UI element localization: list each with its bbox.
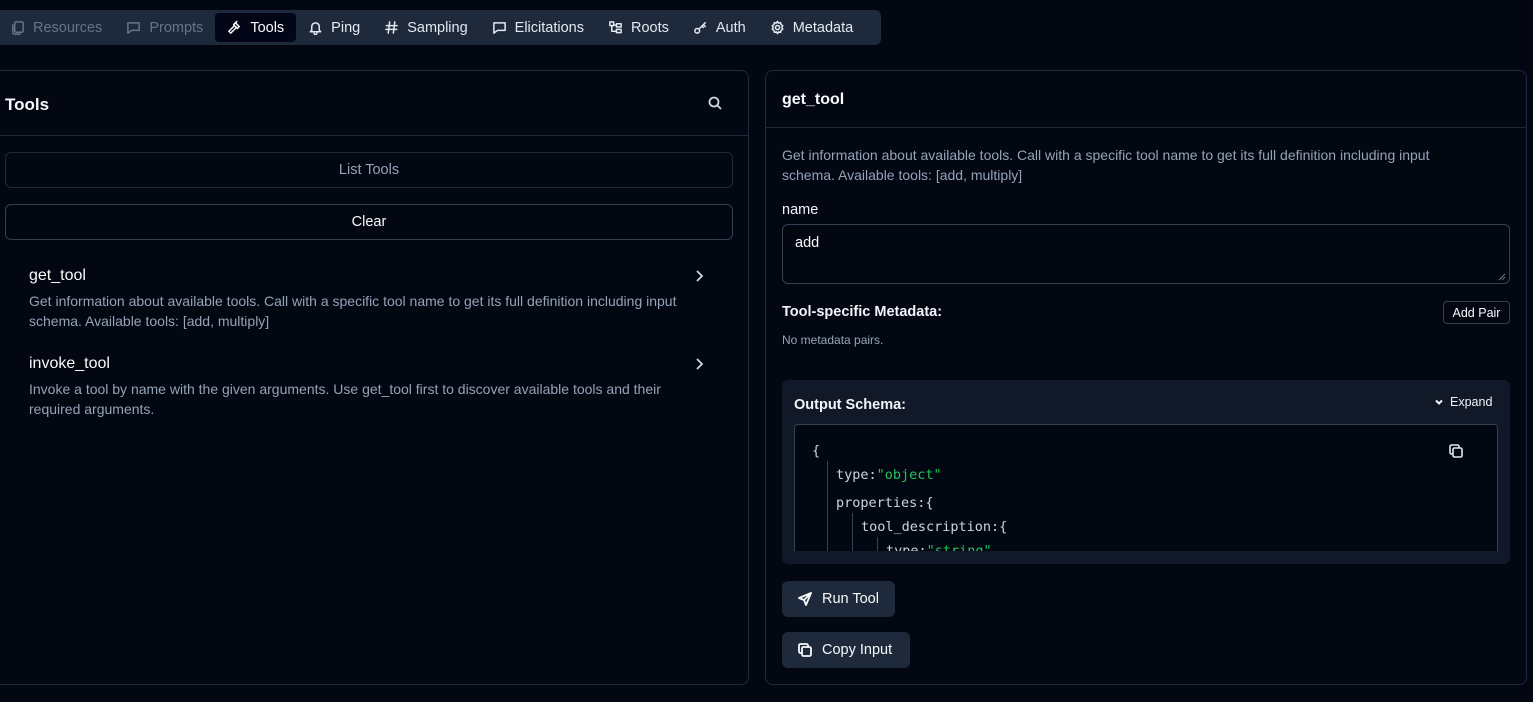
tools-panel-header: Tools <box>0 71 748 136</box>
indent-guide <box>877 537 878 551</box>
code-line: type:"object" <box>836 467 942 483</box>
message-icon <box>492 22 506 34</box>
hammer-icon <box>228 20 241 34</box>
tools-panel-title: Tools <box>5 95 50 114</box>
run-tool-label: Run Tool <box>822 591 879 607</box>
copy-input-button[interactable]: Copy Input <box>782 632 910 668</box>
output-schema-label: Output Schema: <box>794 397 906 413</box>
indent-guide <box>852 513 853 551</box>
run-tool-button[interactable]: Run Tool <box>782 581 895 617</box>
bell-icon <box>309 22 322 35</box>
tab-label: Tools <box>250 19 285 36</box>
tool-item-invoke-tool[interactable]: invoke_tool Invoke a tool by name with t… <box>29 355 719 419</box>
copy-input-label: Copy Input <box>822 642 893 658</box>
indent-guide <box>827 461 828 551</box>
tab-label: Prompts <box>149 19 204 36</box>
tool-description: Get information about available tools. C… <box>29 293 677 329</box>
clear-button[interactable]: Clear <box>5 204 733 240</box>
code-line: tool_description:{ <box>861 519 1008 535</box>
message-icon <box>127 22 141 34</box>
tools-panel: Tools List Tools Clear get_tool Get info… <box>0 70 749 685</box>
gear-icon <box>771 20 784 35</box>
chevron-down-icon <box>1435 399 1443 405</box>
tab-label: Metadata <box>792 19 854 36</box>
chevron-right-icon <box>691 268 707 284</box>
tab-tools[interactable]: Tools <box>215 13 297 42</box>
code-line: properties:{ <box>836 495 934 511</box>
files-icon <box>12 21 24 35</box>
resize-grip-icon[interactable] <box>1496 271 1506 281</box>
send-icon <box>798 592 812 606</box>
metadata-label: Tool-specific Metadata: <box>782 304 943 320</box>
tab-label: Sampling <box>407 19 468 36</box>
output-schema-section: Output Schema: Expand { type:"object" pr… <box>782 380 1510 564</box>
expand-button[interactable]: Expand <box>1433 395 1492 409</box>
tab-label: Elicitations <box>514 19 584 36</box>
folder-tree-icon <box>609 21 622 34</box>
code-line: type:"string" <box>886 543 992 551</box>
tool-detail-panel: get_tool Get information about available… <box>765 70 1527 685</box>
tool-name: get_tool <box>29 267 86 284</box>
search-button[interactable] <box>707 95 725 113</box>
tab-prompts[interactable]: Prompts <box>114 13 215 42</box>
tab-resources[interactable]: Resources <box>0 13 114 42</box>
schema-code-viewer[interactable]: { type:"object" properties:{ tool_descri… <box>794 424 1498 551</box>
tab-label: Resources <box>33 19 103 36</box>
add-pair-button[interactable]: Add Pair <box>1443 301 1510 324</box>
tab-bar: Resources Prompts Tools Ping Sampling El… <box>0 10 881 45</box>
key-icon <box>693 22 706 34</box>
tab-label: Ping <box>331 19 361 36</box>
tab-label: Auth <box>715 19 746 36</box>
tab-sampling[interactable]: Sampling <box>372 13 479 42</box>
copy-icon <box>798 643 812 657</box>
tab-label: Roots <box>630 19 669 36</box>
tab-roots[interactable]: Roots <box>596 13 681 42</box>
tab-metadata[interactable]: Metadata <box>758 13 865 42</box>
name-field-label: name <box>782 202 819 218</box>
tool-detail-header: get_tool <box>766 71 1526 128</box>
search-icon <box>708 96 722 110</box>
hash-icon <box>385 21 399 34</box>
tool-detail-title: get_tool <box>782 91 845 108</box>
tool-item-get-tool[interactable]: get_tool Get information about available… <box>29 267 719 331</box>
code-line: { <box>812 443 821 459</box>
tool-description: Invoke a tool by name with the given arg… <box>29 381 661 417</box>
tab-auth[interactable]: Auth <box>681 13 758 42</box>
expand-label: Expand <box>1450 395 1493 409</box>
chevron-right-icon <box>691 356 707 372</box>
no-metadata-text: No metadata pairs. <box>782 333 884 347</box>
copy-icon[interactable] <box>1448 443 1464 459</box>
list-tools-button[interactable]: List Tools <box>5 152 733 188</box>
name-field[interactable] <box>782 224 1510 284</box>
tool-detail-description: Get information about available tools. C… <box>782 147 1430 183</box>
tab-elicitations[interactable]: Elicitations <box>480 13 596 42</box>
tool-name: invoke_tool <box>29 355 110 372</box>
tab-ping[interactable]: Ping <box>296 13 372 42</box>
